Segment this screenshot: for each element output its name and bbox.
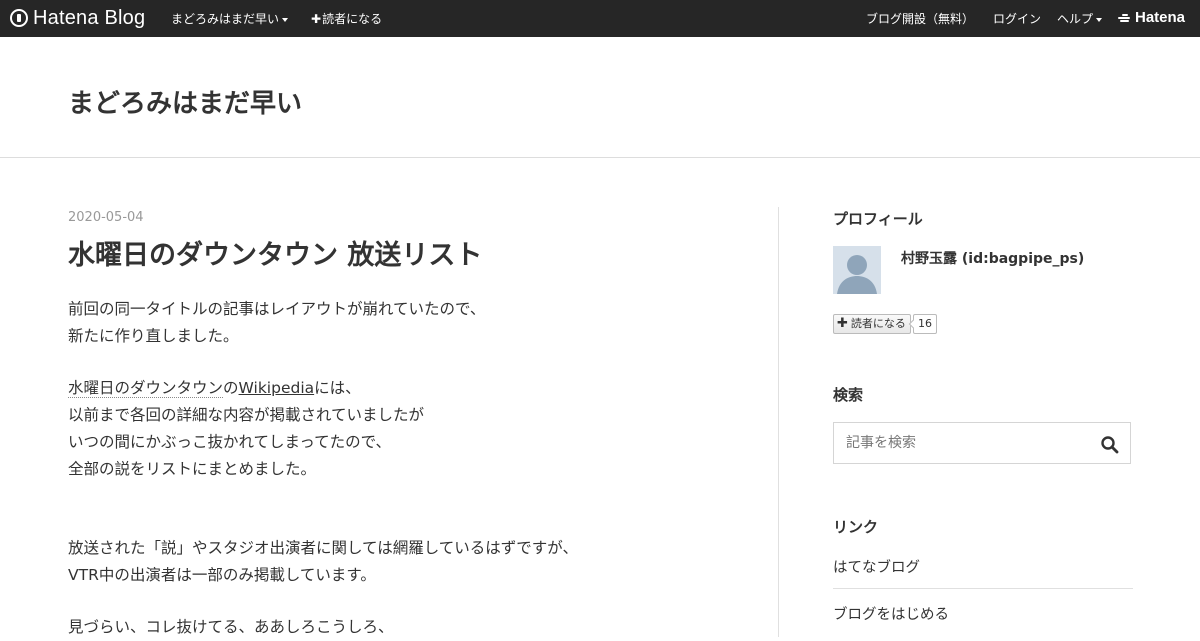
chevron-down-icon: [282, 17, 289, 22]
entry-text-line: 前回の同一タイトルの記事はレイアウトが崩れていたので、: [68, 300, 486, 318]
entry-body: 前回の同一タイトルの記事はレイアウトが崩れていたので、 新たに作り直しました。 …: [68, 296, 728, 641]
global-header: Hatena Blog まどろみはまだ早い ✚読者になる ブログ開設（無料） ロ…: [0, 0, 1200, 37]
plus-icon: ✚: [311, 12, 322, 26]
divider: [833, 588, 1133, 589]
sidebar-link-hatena-blog[interactable]: はてなブログ: [833, 556, 1133, 577]
logo-text: Hatena Blog: [33, 6, 146, 29]
help-label: ヘルプ: [1057, 12, 1094, 26]
open-blog-link[interactable]: ブログ開設（無料）: [866, 10, 974, 27]
wikipedia-link[interactable]: Wikipedia: [239, 379, 315, 397]
subscribe-link-label: 読者になる: [322, 12, 383, 26]
hatena-logo[interactable]: Hatena: [1118, 9, 1185, 26]
hatena-blog-logo-icon: [10, 9, 28, 27]
entry-date[interactable]: 2020-05-04: [68, 210, 144, 225]
links-heading: リンク: [833, 518, 879, 536]
blog-header: まどろみはまだ早い: [0, 37, 1200, 158]
hatena-blog-logo[interactable]: Hatena Blog: [10, 6, 145, 30]
blog-title[interactable]: まどろみはまだ早い: [68, 83, 302, 120]
plus-icon: ✚: [837, 316, 848, 331]
subscriber-count[interactable]: 16: [913, 314, 937, 334]
subscribe-button[interactable]: ✚ 読者になる: [833, 314, 911, 334]
keyword-link[interactable]: 水曜日のダウンタウン: [68, 379, 224, 398]
subscribe-link[interactable]: ✚読者になる: [311, 10, 382, 27]
entry-text-line: 全部の説をリストにまとめました。: [68, 460, 317, 478]
entry-text: の: [223, 379, 239, 397]
entry-text-line: 見づらい、コレ抜けてる、ああしろこうしろ、: [68, 618, 394, 636]
search-heading: 検索: [833, 386, 864, 404]
hatena-label: Hatena: [1135, 9, 1186, 26]
entry-text-line: VTR中の出演者は一部のみ掲載しています。: [68, 566, 376, 584]
help-dropdown[interactable]: ヘルプ: [1057, 10, 1103, 27]
hatena-mark-icon: [1118, 12, 1132, 24]
entry-text: には、: [314, 379, 361, 397]
entry-text-line: 新たに作り直しました。: [68, 327, 239, 345]
search-input[interactable]: [835, 424, 1096, 462]
blog-menu-label: まどろみはまだ早い: [171, 12, 280, 26]
profile-heading: プロフィール: [833, 210, 923, 228]
chevron-down-icon: [1096, 17, 1103, 22]
entry-title[interactable]: 水曜日のダウンタウン 放送リスト: [68, 233, 482, 272]
subscribe-button-label: 読者になる: [850, 317, 906, 330]
avatar[interactable]: [833, 246, 881, 294]
blog-menu-dropdown[interactable]: まどろみはまだ早い: [171, 10, 289, 27]
profile-name[interactable]: 村野玉露 (id:bagpipe_ps): [901, 248, 1084, 268]
entry-text-line: 水曜日のダウンタウンのWikipediaには、: [68, 375, 728, 402]
entry-text-line: いつの間にかぶっこ抜かれてしまってたので、: [68, 433, 392, 451]
entry-text-line: 以前まで各回の詳細な内容が掲載されていましたが: [68, 406, 425, 424]
entry-text-line: 放送された「説」やスタジオ出演者に関しては網羅しているはずですが、: [68, 539, 578, 557]
search-form: [833, 422, 1131, 464]
column-divider: [778, 207, 779, 637]
default-user-icon: [833, 246, 881, 294]
sidebar-link-start-blog[interactable]: ブログをはじめる: [833, 603, 1133, 624]
search-icon[interactable]: [1100, 435, 1120, 455]
login-link[interactable]: ログイン: [993, 10, 1041, 27]
